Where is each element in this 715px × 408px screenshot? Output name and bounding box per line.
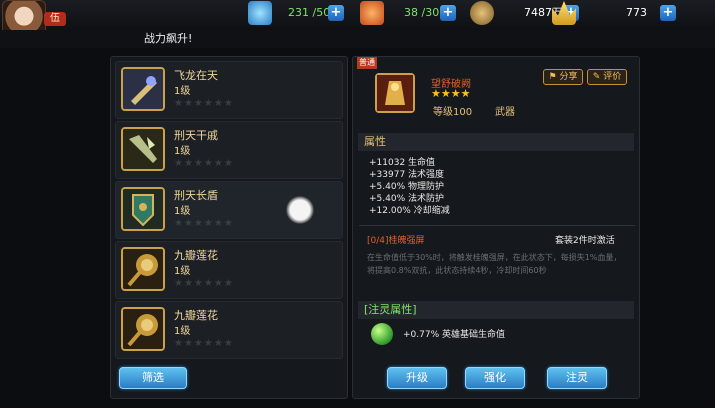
gem-plus-button[interactable]: + [660, 5, 676, 21]
list-item[interactable]: 刑天干戚 1级 ★★★★★★ [115, 121, 343, 179]
item-portrait [375, 73, 415, 113]
divider [359, 225, 635, 226]
item-thumbnail [121, 67, 165, 111]
item-name: 刑天干戚 [174, 129, 218, 142]
spirit-effect: +0.77% 英雄基础生命值 [403, 330, 505, 340]
enhance-button[interactable]: 强化 [465, 367, 525, 389]
share-button[interactable]: ⚑ 分享 [543, 69, 583, 85]
item-stars: ★★★★★★ [174, 98, 234, 109]
item-level: 1级 [174, 266, 191, 277]
review-button[interactable]: ✎ 评价 [587, 69, 627, 85]
energy-icon [360, 1, 384, 25]
touch-indicator [286, 196, 314, 224]
gem-value: 773 [626, 6, 647, 19]
item-thumbnail [121, 127, 165, 171]
energy-plus-button[interactable]: + [440, 5, 456, 21]
stamina-stat: 231 /50 + [248, 1, 348, 25]
set-activation: 套装2件时激活 [555, 236, 615, 246]
news-ticker: 战力飙升! [0, 30, 715, 48]
item-stars: ★★★★★★ [174, 218, 234, 229]
item-thumbnail [121, 247, 165, 291]
crown-icon [552, 1, 576, 25]
item-stars: ★★★★★★ [174, 158, 234, 169]
stamina-value: 231 /50 [288, 6, 331, 19]
upgrade-button[interactable]: 升级 [387, 367, 447, 389]
item-name: 飞龙在天 [174, 69, 218, 82]
item-stars: ★★★★★★ [174, 338, 234, 349]
review-label: 评价 [603, 72, 622, 82]
energy-stat: 38 /30 + [360, 1, 460, 25]
item-level: 1级 [174, 326, 191, 337]
coin-icon [470, 1, 494, 25]
infuse-button[interactable]: 注灵 [547, 367, 607, 389]
item-level: 等级100 [433, 107, 473, 118]
item-thumbnail [121, 187, 165, 231]
list-item[interactable]: 九瓣莲花 1级 ★★★★★★ [115, 241, 343, 299]
item-level: 1级 [174, 146, 191, 157]
equipment-list-panel: 飞龙在天 1级 ★★★★★★ 刑天干戚 1级 ★★★★★★ 刑天长盾 1级 ★★… [110, 56, 348, 399]
attribute-line: +12.00% 冷却缩减 [369, 206, 450, 216]
set-description: 在生命值低于30%时，将触发桂魄强屏，在此状态下，每损失1%血量，将提高0.8%… [367, 253, 622, 275]
item-name: 九瓣莲花 [174, 249, 218, 262]
item-stars: ★★★★ [431, 87, 471, 100]
spirit-orb-icon [371, 323, 393, 345]
level-tag: 伍 [44, 12, 66, 26]
item-thumbnail [121, 307, 165, 351]
attributes-header: 属性 [358, 133, 634, 151]
item-stars: ★★★★★★ [174, 278, 234, 289]
filter-button[interactable]: 筛选 [119, 367, 187, 389]
item-detail-panel: 普通 望舒破阙 ★★★★ 等级100 武器 ⚑ 分享 ✎ 评价 属性 +1103… [352, 56, 640, 399]
stamina-plus-button[interactable]: + [328, 5, 344, 21]
spirit-header: [注灵属性] [358, 301, 634, 319]
top-status-bar: 伍 231 /50 + 38 /30 + 7487万 + 773 + [0, 0, 715, 40]
stamina-icon [248, 1, 272, 25]
energy-value: 38 /30 [404, 6, 440, 19]
set-name: [0/4]桂魄强屏 [367, 236, 425, 246]
gem-stat: 773 + [542, 1, 682, 25]
item-name: 九瓣莲花 [174, 309, 218, 322]
list-item[interactable]: 飞龙在天 1级 ★★★★★★ [115, 61, 343, 119]
item-level: 1级 [174, 86, 191, 97]
item-name: 刑天长盾 [174, 189, 218, 202]
share-label: 分享 [559, 72, 578, 82]
item-type: 武器 [495, 107, 515, 118]
item-level: 1级 [174, 206, 191, 217]
quality-tag: 普通 [357, 57, 377, 69]
list-item[interactable]: 九瓣莲花 1级 ★★★★★★ [115, 301, 343, 359]
